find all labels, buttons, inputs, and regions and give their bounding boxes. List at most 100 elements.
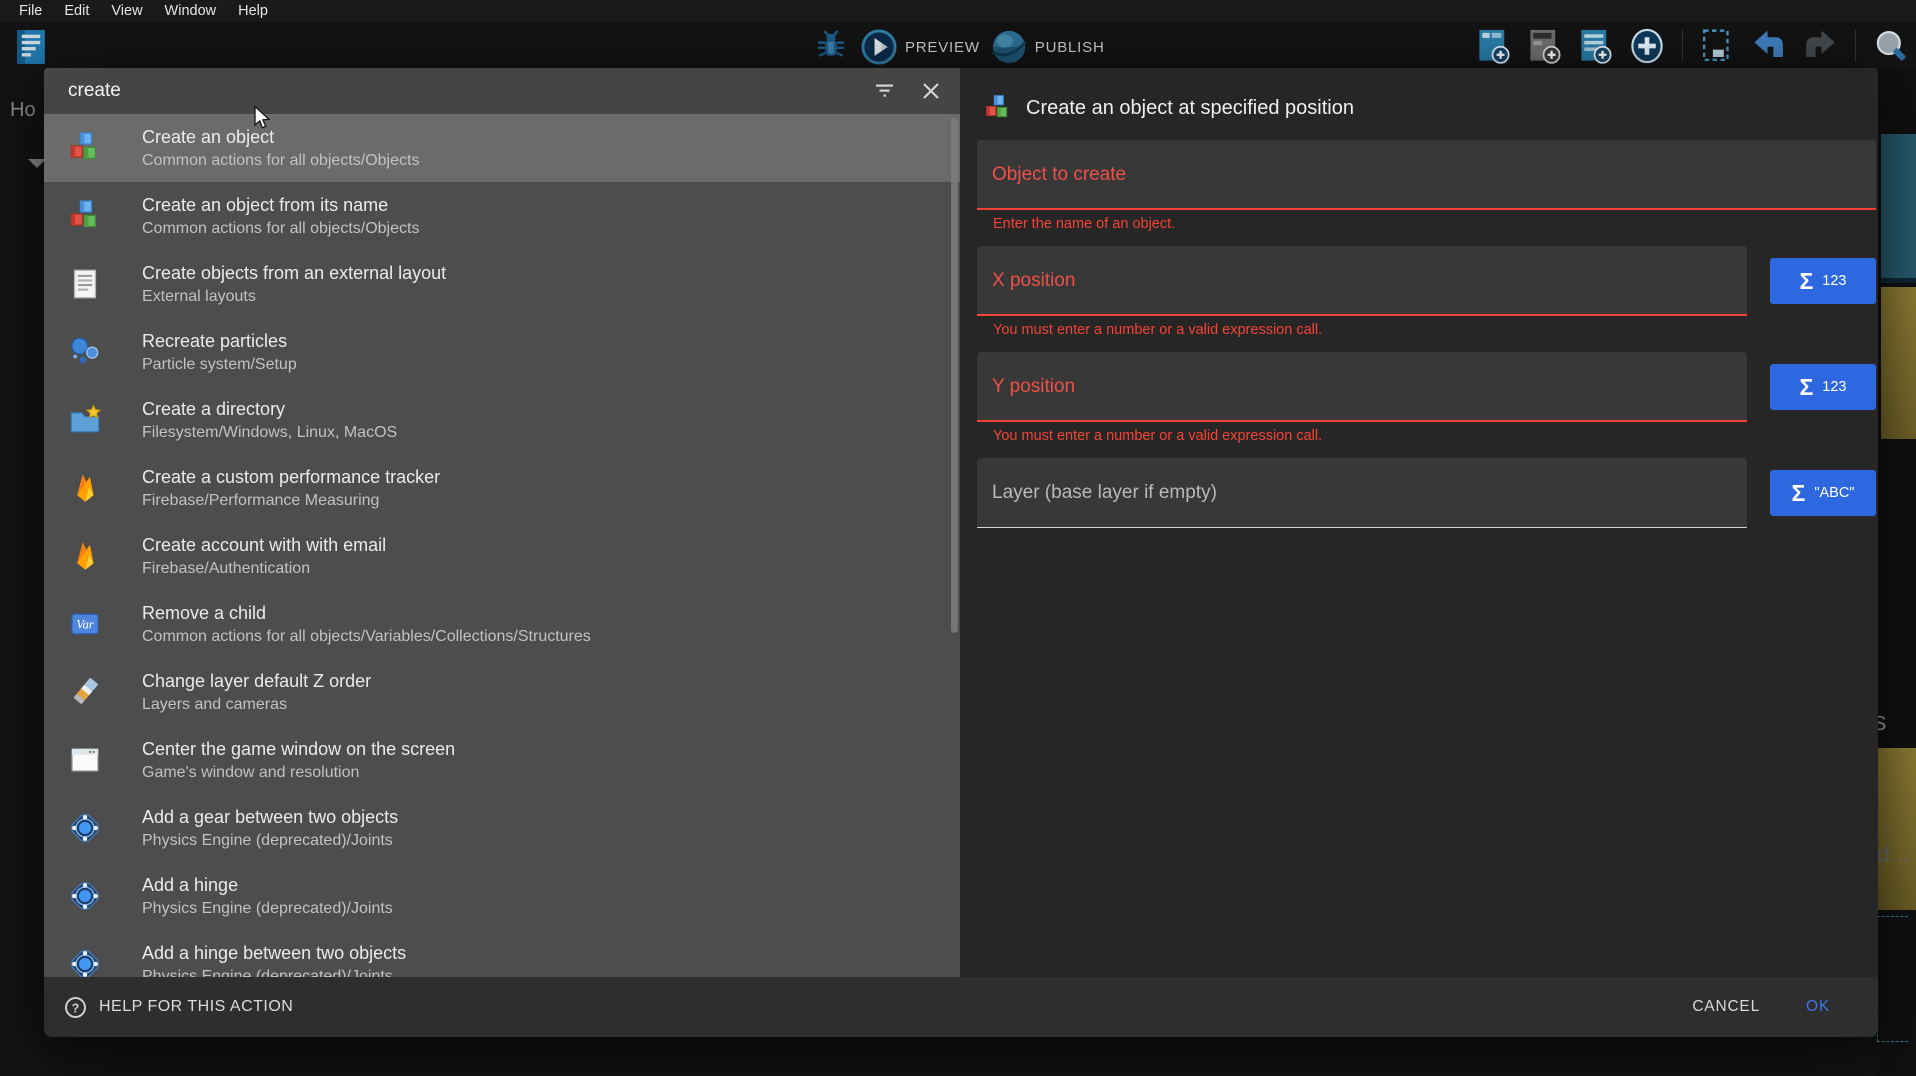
cubes-icon (68, 199, 102, 233)
help-link[interactable]: ? HELP FOR THIS ACTION (64, 996, 293, 1019)
action-group: Physics Engine (deprecated)/Joints (142, 898, 393, 919)
events-sheet-dashed-block (1877, 916, 1908, 1042)
field-underline (977, 208, 1876, 210)
parameter-field[interactable]: Object to create (977, 140, 1876, 210)
help-label: HELP FOR THIS ACTION (99, 998, 293, 1016)
publish-button[interactable]: PUBLISH (990, 28, 1105, 66)
play-icon (860, 28, 898, 66)
action-list: Create an objectCommon actions for all o… (44, 114, 960, 977)
action-title: Change layer default Z order (142, 670, 371, 692)
publish-label: PUBLISH (1035, 39, 1105, 56)
undo-icon[interactable] (1750, 27, 1788, 65)
menu-item-view[interactable]: View (100, 3, 153, 19)
add-event-icon[interactable] (1475, 27, 1513, 65)
menu-item-window[interactable]: Window (154, 3, 228, 19)
add-comment-icon[interactable] (1577, 27, 1615, 65)
particles-icon (68, 335, 102, 369)
action-list-item[interactable]: Create account with with emailFirebase/A… (44, 522, 960, 590)
events-sheet-text-fragment: d... (1877, 841, 1909, 868)
action-list-item[interactable]: Create objects from an external layoutEx… (44, 250, 960, 318)
action-title: Create a custom performance tracker (142, 466, 440, 488)
close-icon[interactable] (920, 80, 942, 102)
parameter-field[interactable]: X position (977, 246, 1747, 316)
number-expression-button[interactable]: Σ 123 (1770, 364, 1876, 410)
svg-text:Var: Var (76, 618, 93, 632)
home-tab[interactable]: Ho (10, 99, 36, 122)
flame-icon (68, 471, 102, 505)
cubes-icon (984, 94, 1012, 122)
ok-button[interactable]: OK (1806, 998, 1830, 1016)
project-manager-icon[interactable] (10, 27, 52, 67)
sigma-icon: Σ (1799, 376, 1813, 399)
field-error-caption: You must enter a number or a valid expre… (993, 428, 1876, 446)
svg-text:?: ? (72, 1001, 80, 1015)
filter-icon[interactable] (874, 80, 896, 102)
toolbar: PREVIEW PUBLISH (0, 22, 1916, 70)
action-list-item[interactable]: Center the game window on the screenGame… (44, 726, 960, 794)
action-list-item[interactable]: Create an object from its nameCommon act… (44, 182, 960, 250)
action-group: Firebase/Authentication (142, 558, 386, 579)
action-title: Create an object (142, 126, 419, 148)
add-circle-icon[interactable] (1628, 27, 1666, 65)
atom-icon (68, 811, 102, 845)
toolbar-right (1475, 27, 1910, 65)
action-list-item[interactable]: Create an objectCommon actions for all o… (44, 114, 960, 182)
action-list-item[interactable]: Change layer default Z orderLayers and c… (44, 658, 960, 726)
cancel-button[interactable]: CANCEL (1692, 998, 1760, 1016)
action-group: Common actions for all objects/Objects (142, 218, 419, 239)
atom-icon (68, 879, 102, 913)
search-icon[interactable] (1872, 27, 1910, 65)
field-error-caption: You must enter a number or a valid expre… (993, 322, 1876, 340)
events-sheet-block-gold-bottom (1877, 748, 1916, 910)
action-list-item[interactable]: VarRemove a childCommon actions for all … (44, 590, 960, 658)
action-group: Particle system/Setup (142, 354, 297, 375)
help-icon: ? (64, 996, 87, 1019)
action-group: Layers and cameras (142, 694, 371, 715)
events-sheet-block-gold-top (1881, 287, 1916, 439)
sigma-icon: Σ (1799, 270, 1813, 293)
action-group: Filesystem/Windows, Linux, MacOS (142, 422, 397, 443)
panel-header: Create an object at specified position (984, 94, 1876, 122)
add-subevent-icon[interactable] (1526, 27, 1564, 65)
action-list-item[interactable]: Create a custom performance trackerFireb… (44, 454, 960, 522)
field-placeholder: Object to create (992, 164, 1126, 186)
redo-icon[interactable] (1801, 27, 1839, 65)
field-placeholder: X position (992, 270, 1075, 292)
action-title: Create account with with email (142, 534, 386, 556)
preview-button[interactable]: PREVIEW (860, 28, 980, 66)
action-list-item[interactable]: Add a hingePhysics Engine (deprecated)/J… (44, 862, 960, 930)
action-title: Remove a child (142, 602, 591, 624)
debug-bug-icon[interactable] (812, 28, 850, 66)
sigma-icon: Σ (1792, 482, 1806, 505)
action-title: Create an object from its name (142, 194, 419, 216)
flame-icon (68, 539, 102, 573)
list-scrollbar[interactable] (951, 118, 958, 633)
parameter-fields: Object to createEnter the name of an obj… (977, 140, 1876, 552)
action-group: Common actions for all objects/Objects (142, 150, 419, 171)
number-expression-button[interactable]: Σ123 (1770, 258, 1876, 304)
search-input[interactable]: create (68, 80, 850, 102)
action-list-item[interactable]: Add a hinge between two objectsPhysics E… (44, 930, 960, 977)
menu-item-edit[interactable]: Edit (53, 3, 100, 19)
eraser-icon (68, 675, 102, 709)
action-list-item[interactable]: Add a gear between two objectsPhysics En… (44, 794, 960, 862)
action-title: Recreate particles (142, 330, 297, 352)
string-expression-button[interactable]: Σ"ABC" (1770, 470, 1876, 516)
action-list-item[interactable]: Recreate particlesParticle system/Setup (44, 318, 960, 386)
app-window: FileEditViewWindowHelp PREVIEW PUBLISH H… (0, 0, 1916, 1076)
atom-icon (68, 947, 102, 977)
dashed-doc-icon[interactable] (1699, 27, 1737, 65)
search-bar: create (44, 68, 960, 114)
field-underline (977, 527, 1747, 528)
menubar: FileEditViewWindowHelp (0, 0, 1916, 22)
menu-item-file[interactable]: File (8, 3, 53, 19)
toolbar-separator (1855, 30, 1856, 62)
action-list-item[interactable]: Create a directoryFilesystem/Windows, Li… (44, 386, 960, 454)
expression-button-label: 123 (1822, 379, 1846, 395)
action-group: Physics Engine (deprecated)/Joints (142, 830, 398, 851)
menu-item-help[interactable]: Help (227, 3, 279, 19)
dialog-footer: ? HELP FOR THIS ACTION CANCEL OK (44, 977, 1878, 1037)
parameter-field[interactable]: Y position (977, 352, 1747, 422)
parameter-field[interactable]: Layer (base layer if empty) (977, 458, 1747, 528)
events-sheet-block-teal (1881, 134, 1916, 283)
